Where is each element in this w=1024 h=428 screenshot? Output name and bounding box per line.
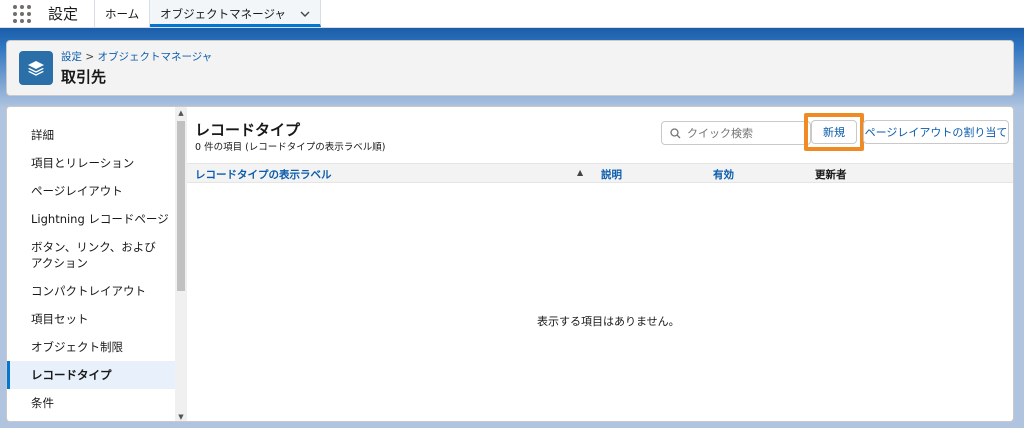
search-placeholder: クイック検索 — [687, 127, 753, 140]
object-header: 設定 > オブジェクトマネージャ 取引先 — [6, 40, 1014, 96]
column-header-label[interactable]: レコードタイプの表示ラベル — [195, 167, 332, 182]
app-name: 設定 — [44, 0, 96, 27]
column-header-modified-by: 更新者 — [815, 169, 847, 181]
sidebar-item-field-sets[interactable]: 項目セット — [7, 305, 175, 333]
new-button[interactable]: 新規 — [811, 120, 857, 144]
scroll-thumb[interactable] — [177, 121, 185, 291]
quick-search-input[interactable]: クイック検索 — [661, 121, 811, 145]
layers-icon — [19, 51, 53, 85]
sort-ascending-icon[interactable]: ▲ — [577, 168, 583, 177]
sidebar-item-buttons-links-actions[interactable]: ボタン、リンク、およびアクション — [7, 233, 175, 277]
sidebar-item-label: レコードタイプ — [31, 368, 112, 382]
sidebar-item-fields[interactable]: 項目とリレーション — [7, 149, 175, 177]
sidebar-item-label: コンパクトレイアウト — [31, 284, 146, 298]
sidebar-scrollbar[interactable]: ▲ ▼ — [175, 107, 187, 421]
scroll-down-arrow-icon[interactable]: ▼ — [175, 411, 187, 421]
app-launcher-icon[interactable] — [0, 0, 44, 27]
sidebar-item-label: 条件 — [31, 396, 54, 410]
tab-object-manager[interactable]: オブジェクトマネージャ — [150, 0, 321, 27]
main-panel: 詳細 項目とリレーション ページレイアウト Lightning レコードページ … — [6, 106, 1014, 422]
sidebar-item-label: Lightning レコードページ — [31, 212, 169, 226]
sidebar-item-label: ボタン、リンク、およびアクション — [31, 240, 156, 270]
sidebar-item-conditions[interactable]: 条件 — [7, 389, 175, 417]
page-title: 取引先 — [61, 68, 107, 86]
sidebar-item-details[interactable]: 詳細 — [7, 121, 175, 149]
header-text: 設定 > オブジェクトマネージャ 取引先 — [61, 49, 212, 87]
tab-object-manager-label: オブジェクトマネージャ — [160, 6, 286, 21]
sidebar-item-lightning-pages[interactable]: Lightning レコードページ — [7, 205, 175, 233]
breadcrumb-separator: > — [85, 51, 95, 63]
sidebar-item-label: 項目とリレーション — [31, 156, 135, 170]
breadcrumb-object-manager-link[interactable]: オブジェクトマネージャ — [98, 51, 213, 63]
scroll-up-arrow-icon[interactable]: ▲ — [175, 107, 187, 119]
sidebar-item-compact-layouts[interactable]: コンパクトレイアウト — [7, 277, 175, 305]
sidebar-item-label: ページレイアウト — [31, 184, 123, 198]
section-title: レコードタイプ — [195, 121, 301, 139]
chevron-down-icon[interactable] — [300, 7, 310, 20]
sidebar-item-label: オブジェクト制限 — [31, 340, 123, 354]
column-header-description[interactable]: 説明 — [601, 167, 622, 182]
tab-home-label: ホーム — [105, 6, 140, 21]
empty-state-message: 表示する項目はありません。 — [537, 315, 680, 328]
search-icon — [670, 127, 681, 138]
sidebar-item-label: 項目セット — [31, 312, 89, 326]
column-header-active[interactable]: 有効 — [713, 167, 734, 182]
sidebar-item-page-layouts[interactable]: ページレイアウト — [7, 177, 175, 205]
sidebar-item-label: 詳細 — [31, 128, 54, 142]
record-types-section: レコードタイプ 0 件の項目 (レコードタイプの表示ラベル順) クイック検索 新… — [187, 107, 1013, 421]
sidebar-item-record-types[interactable]: レコードタイプ — [7, 361, 175, 389]
breadcrumb-setup-link[interactable]: 設定 — [61, 51, 82, 63]
table-header: レコードタイプの表示ラベル ▲ 説明 有効 更新者 — [187, 163, 1013, 183]
sidebar: 詳細 項目とリレーション ページレイアウト Lightning レコードページ … — [7, 107, 175, 421]
section-subtitle: 0 件の項目 (レコードタイプの表示ラベル順) — [195, 142, 386, 153]
breadcrumb: 設定 > オブジェクトマネージャ — [61, 49, 212, 64]
page-layout-assignment-button[interactable]: ページレイアウトの割り当て — [863, 120, 1009, 144]
tab-home[interactable]: ホーム — [95, 0, 151, 27]
sidebar-item-object-limits[interactable]: オブジェクト制限 — [7, 333, 175, 361]
global-nav-bar: 設定 ホーム オブジェクトマネージャ — [0, 0, 1024, 28]
